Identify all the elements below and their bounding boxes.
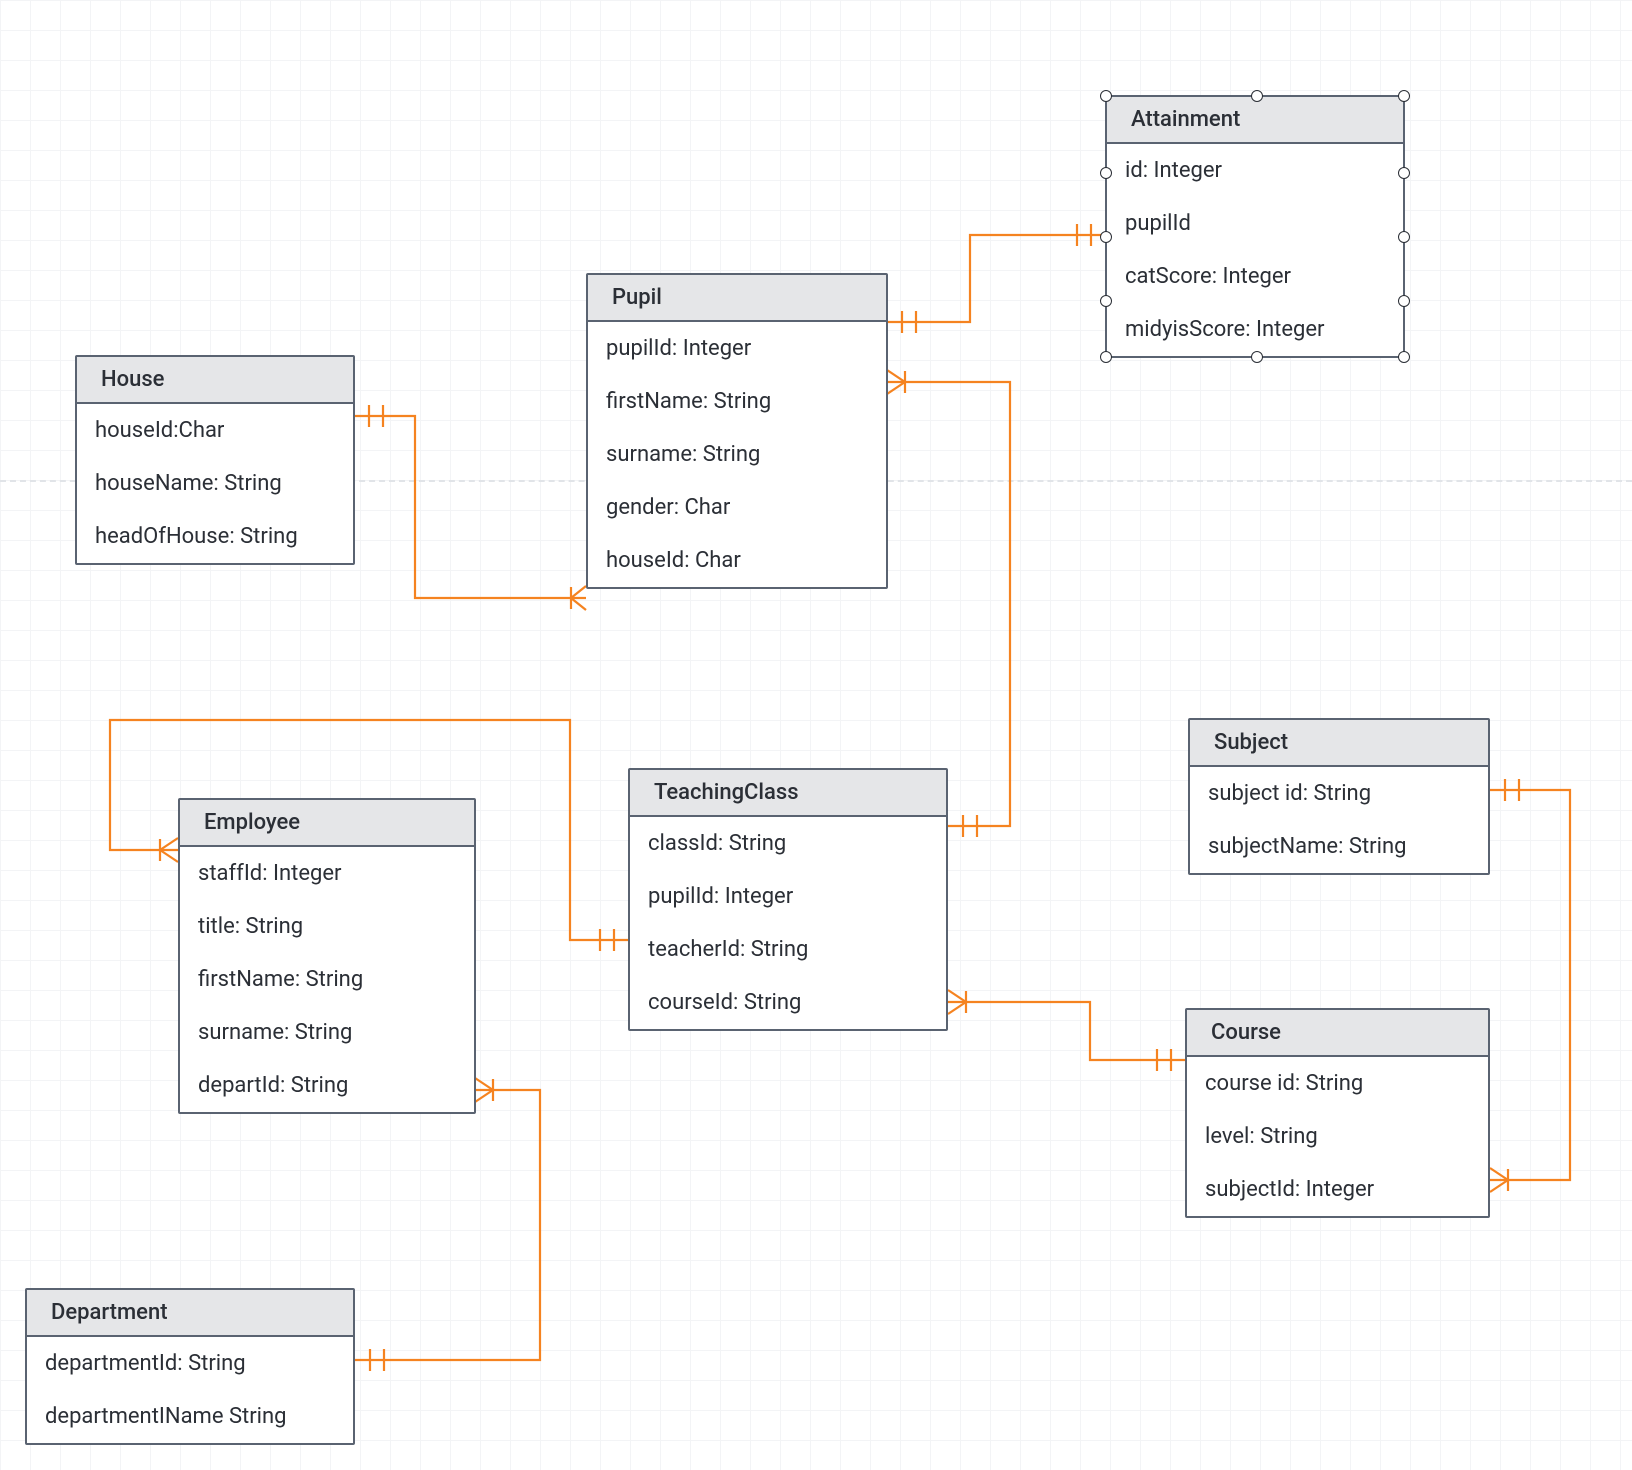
- entity-header: Employee: [180, 800, 474, 847]
- entity-field: subject id: String: [1190, 767, 1488, 820]
- entity-department[interactable]: Department departmentId: String departme…: [25, 1288, 355, 1445]
- resize-handle[interactable]: [1100, 90, 1112, 102]
- resize-handle[interactable]: [1100, 167, 1112, 179]
- entity-field: headOfHouse: String: [77, 510, 353, 563]
- entity-course[interactable]: Course course id: String level: String s…: [1185, 1008, 1490, 1218]
- entity-field: departId: String: [180, 1059, 474, 1112]
- entity-field: staffId: Integer: [180, 847, 474, 900]
- resize-handle[interactable]: [1398, 295, 1410, 307]
- entity-field: pupilId: Integer: [630, 870, 946, 923]
- resize-handle[interactable]: [1398, 351, 1410, 363]
- resize-handle[interactable]: [1251, 90, 1263, 102]
- resize-handle[interactable]: [1398, 90, 1410, 102]
- entity-field: firstName: String: [180, 953, 474, 1006]
- entity-header: Course: [1187, 1010, 1488, 1057]
- entity-field: catScore: Integer: [1107, 250, 1403, 303]
- entity-field: id: Integer: [1107, 144, 1403, 197]
- entity-teachingclass[interactable]: TeachingClass classId: String pupilId: I…: [628, 768, 948, 1031]
- entity-pupil[interactable]: Pupil pupilId: Integer firstName: String…: [586, 273, 888, 589]
- resize-handle[interactable]: [1100, 351, 1112, 363]
- entity-header: Attainment: [1107, 97, 1403, 144]
- entity-field: pupilId: [1107, 197, 1403, 250]
- entity-employee[interactable]: Employee staffId: Integer title: String …: [178, 798, 476, 1114]
- entity-field: courseId: String: [630, 976, 946, 1029]
- entity-field: title: String: [180, 900, 474, 953]
- resize-handle[interactable]: [1100, 231, 1112, 243]
- resize-handle[interactable]: [1398, 231, 1410, 243]
- resize-handle[interactable]: [1398, 167, 1410, 179]
- entity-field: pupilId: Integer: [588, 322, 886, 375]
- entity-field: subjectId: Integer: [1187, 1163, 1488, 1216]
- entity-field: midyisScore: Integer: [1107, 303, 1403, 356]
- entity-attainment[interactable]: Attainment id: Integer pupilId catScore:…: [1105, 95, 1405, 358]
- entity-header: Department: [27, 1290, 353, 1337]
- entity-field: surname: String: [588, 428, 886, 481]
- entity-field: gender: Char: [588, 481, 886, 534]
- er-diagram-canvas[interactable]: House houseId:Char houseName: String hea…: [0, 0, 1632, 1470]
- entity-field: classId: String: [630, 817, 946, 870]
- resize-handle[interactable]: [1100, 295, 1112, 307]
- entity-header: Subject: [1190, 720, 1488, 767]
- entity-field: course id: String: [1187, 1057, 1488, 1110]
- entity-subject[interactable]: Subject subject id: String subjectName: …: [1188, 718, 1490, 875]
- entity-field: houseId:Char: [77, 404, 353, 457]
- entity-field: houseId: Char: [588, 534, 886, 587]
- entity-header: House: [77, 357, 353, 404]
- entity-field: level: String: [1187, 1110, 1488, 1163]
- entity-field: departmentId: String: [27, 1337, 353, 1390]
- entity-field: firstName: String: [588, 375, 886, 428]
- entity-house[interactable]: House houseId:Char houseName: String hea…: [75, 355, 355, 565]
- entity-header: TeachingClass: [630, 770, 946, 817]
- resize-handle[interactable]: [1251, 351, 1263, 363]
- entity-field: departmentIName String: [27, 1390, 353, 1443]
- entity-field: teacherId: String: [630, 923, 946, 976]
- entity-field: subjectName: String: [1190, 820, 1488, 873]
- entity-field: houseName: String: [77, 457, 353, 510]
- entity-header: Pupil: [588, 275, 886, 322]
- entity-field: surname: String: [180, 1006, 474, 1059]
